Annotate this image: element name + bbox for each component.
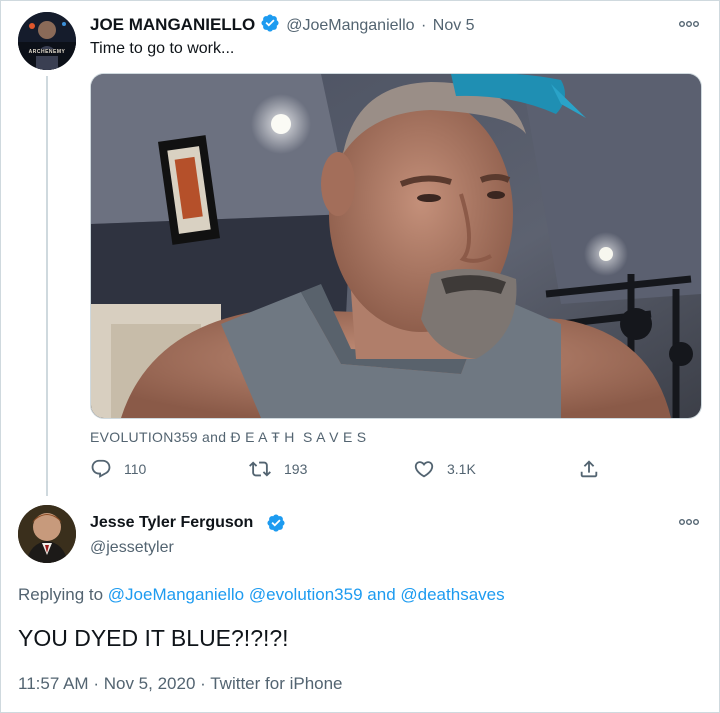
verified-badge-icon (266, 513, 286, 538)
reply-meta-sep-1: · (93, 674, 99, 693)
like-count: 3.1K (447, 461, 476, 477)
reply-date[interactable]: Nov 5, 2020 (104, 674, 196, 693)
media-tags[interactable]: EVOLUTION359 and Ɖ Ε Α Ŧ Η S A V E S (90, 429, 366, 445)
reply-author-handle[interactable]: @jessetyler (90, 539, 174, 557)
verified-badge-icon (260, 13, 280, 38)
replying-to-line: Replying to @JoeManganiello @evolution35… (18, 585, 505, 605)
share-action[interactable] (578, 458, 600, 480)
reply-icon (91, 459, 111, 478)
tweet-date[interactable]: Nov 5 (433, 17, 475, 34)
reply-source[interactable]: Twitter for iPhone (210, 674, 342, 693)
retweet-count: 193 (284, 461, 308, 477)
mention-joe[interactable]: @JoeManganiello (108, 585, 244, 604)
tweet-photo[interactable] (90, 73, 702, 419)
author-handle[interactable]: @JoeManganiello (286, 17, 414, 34)
reply-author-name[interactable]: Jesse Tyler Ferguson (90, 514, 253, 532)
tweet-text: Time to go to work... (90, 40, 235, 57)
share-icon (580, 460, 598, 478)
more-options-button[interactable] (672, 14, 706, 34)
mention-evolution[interactable]: @evolution359 (249, 585, 363, 604)
mention-and: and (367, 585, 396, 604)
tweet-header: JOE MANGANIELLO @JoeManganiello · Nov 5 (90, 13, 475, 38)
joe-avatar[interactable]: ARCHENEMY (18, 12, 76, 70)
author-name[interactable]: JOE MANGANIELLO (90, 15, 255, 34)
retweet-action[interactable]: 193 (248, 458, 307, 480)
reply-action[interactable]: 110 (90, 458, 146, 480)
reply-meta-sep-2: · (200, 674, 206, 693)
like-action[interactable]: 3.1K (413, 458, 476, 480)
jesse-avatar-image (18, 505, 76, 563)
reply-more-options-button[interactable] (672, 512, 706, 532)
more-options-icon (679, 519, 699, 525)
thread-line (46, 76, 48, 496)
like-icon (414, 461, 434, 478)
separator: · (420, 17, 427, 34)
reply-time[interactable]: 11:57 AM (18, 674, 89, 693)
photo-image (91, 74, 701, 418)
joe-avatar-image (18, 12, 76, 70)
retweet-icon (249, 461, 271, 477)
reply-count: 110 (124, 461, 147, 477)
jesse-avatar[interactable] (18, 505, 76, 563)
reply-text: YOU DYED IT BLUE?!?!?! (18, 625, 289, 651)
joe-avatar-caption: ARCHENEMY (28, 49, 66, 55)
reply-meta: 11:57 AM · Nov 5, 2020 · Twitter for iPh… (18, 674, 343, 694)
replying-prefix: Replying to (18, 585, 104, 604)
more-options-icon (679, 21, 699, 27)
mention-deathsaves[interactable]: @deathsaves (400, 585, 504, 604)
